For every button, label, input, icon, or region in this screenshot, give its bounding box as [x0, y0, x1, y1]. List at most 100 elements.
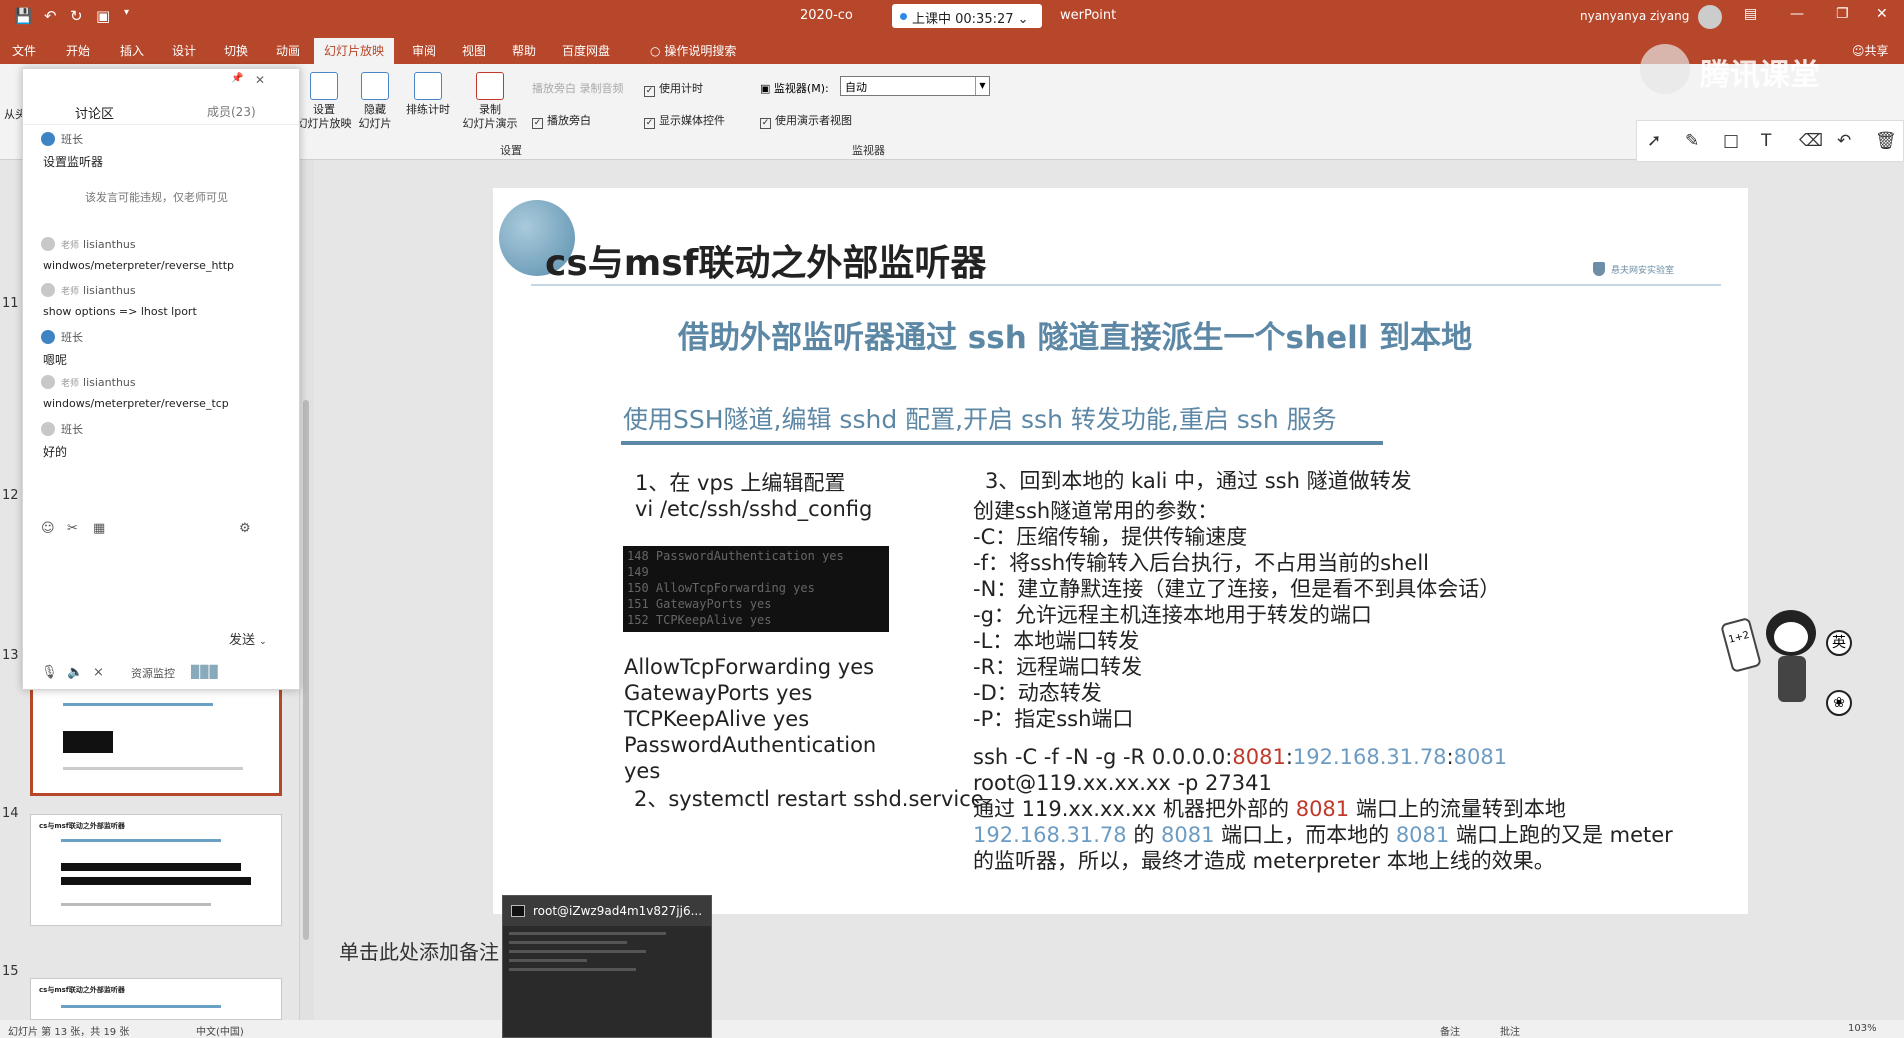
class-timer[interactable]: 上课中 00:35:27 ⌄ — [892, 4, 1042, 28]
text-icon[interactable]: T — [1761, 131, 1771, 151]
setup-show-icon — [310, 72, 338, 100]
undo-icon[interactable]: ↶ — [1837, 131, 1851, 151]
tab-file[interactable]: 文件 — [12, 42, 36, 59]
rectangle-icon[interactable]: □ — [1723, 131, 1739, 151]
butterfly-icon: ❀ — [1826, 690, 1852, 716]
group-label-setup: 设置 — [500, 144, 522, 157]
play-narrations-checkbox[interactable]: ✓ 播放旁白 — [532, 112, 591, 129]
notes-placeholder[interactable]: 单击此处添加备注 — [339, 936, 499, 965]
hide-slide-button[interactable]: 隐藏 幻灯片 — [352, 72, 398, 131]
scrollbar-thumb[interactable] — [303, 400, 309, 940]
microphone-icon[interactable]: 🎙 — [41, 665, 58, 680]
terminal-taskbar-preview[interactable]: root@iZwz9ad4m1v827jj6... — [502, 895, 712, 1038]
shield-icon — [1593, 262, 1605, 276]
scissors-icon[interactable]: ✂ — [67, 521, 78, 536]
monitor-value: 自动 — [845, 81, 867, 94]
zoom-level[interactable]: 103% — [1848, 1023, 1877, 1034]
mute-icon[interactable]: ⨯ — [93, 665, 104, 680]
pen-icon[interactable]: ✎ — [1685, 131, 1699, 151]
message-sender: 老师 lisianthus — [41, 237, 136, 251]
discussion-panel[interactable]: 📌 ✕ 讨论区 成员(23) 班长 设置监听器 该发言可能违规，仅老师可见 老师… — [22, 68, 300, 690]
speaker-icon[interactable]: 🔈 — [67, 665, 83, 680]
timer-text: 上课中 00:35:27 — [912, 12, 1014, 27]
explain-port: 8081 — [1395, 823, 1450, 847]
rehearse-timings-button[interactable]: 排练计时 — [400, 72, 456, 117]
sender-name: lisianthus — [83, 238, 136, 251]
use-timings-checkbox[interactable]: ✓ 使用计时 — [644, 80, 703, 97]
slide-count: 幻灯片 第 13 张，共 19 张 — [8, 1027, 130, 1038]
setup-show-button[interactable]: 设置 幻灯片放映 — [296, 72, 352, 131]
role-badge: 老师 — [61, 241, 80, 251]
tab-review[interactable]: 审阅 — [412, 42, 436, 59]
avatar[interactable] — [1698, 5, 1722, 29]
undo-icon[interactable]: ↶ — [44, 7, 57, 25]
mascot-sticker: 1+2 英 ❀ — [1720, 600, 1856, 730]
monitor-select[interactable]: 自动 ▼ — [840, 76, 990, 96]
pointer-icon[interactable]: ➚ — [1647, 131, 1661, 151]
hide-slide-icon — [361, 72, 389, 100]
eraser-icon[interactable]: ⌫ — [1799, 131, 1823, 151]
slide-thumbnail-13[interactable] — [30, 684, 282, 796]
language[interactable]: 中文(中国) — [196, 1023, 244, 1038]
save-icon[interactable]: 💾 — [14, 7, 33, 25]
ribbon-display-icon[interactable]: ▤ — [1744, 6, 1757, 22]
checkmark-icon: ✓ — [644, 86, 655, 97]
tab-help[interactable]: 帮助 — [512, 42, 536, 59]
moderation-hint: 该发言可能违规，仅老师可见 — [85, 191, 228, 204]
thumb-title: cs与msf联动之外部监听器 — [39, 986, 125, 994]
explain-text: 端口上跑的又是 meter — [1449, 823, 1673, 847]
local-port: 8081 — [1453, 745, 1508, 769]
tell-me-search[interactable]: ○ 操作说明搜索 — [650, 42, 736, 59]
resource-monitor-label[interactable]: 资源监控 — [131, 665, 175, 681]
message-sender: 老师 lisianthus — [41, 283, 136, 297]
thumb-title: cs与msf联动之外部监听器 — [39, 822, 125, 830]
tab-view[interactable]: 视图 — [462, 42, 486, 59]
pin-icon[interactable]: 📌 — [231, 73, 243, 84]
thumbnail-scrollbar[interactable] — [300, 160, 314, 1020]
close-icon[interactable]: ✕ — [255, 73, 265, 87]
presenter-view-checkbox[interactable]: ✓ 使用演示者视图 — [760, 112, 852, 129]
tab-slideshow[interactable]: 幻灯片放映 — [314, 38, 395, 64]
slide-number: 13 — [2, 648, 19, 663]
param-line: -L：本地端口转发 — [973, 629, 1140, 653]
show-media-label: 显示媒体控件 — [659, 114, 725, 127]
tab-insert[interactable]: 插入 — [120, 42, 144, 59]
redo-icon[interactable]: ↻ — [70, 7, 83, 25]
slide-number: 15 — [2, 964, 19, 979]
tab-baidu-netdisk[interactable]: 百度网盘 — [562, 42, 610, 59]
trash-icon[interactable]: 🗑 — [1875, 131, 1897, 151]
tab-home[interactable]: 开始 — [66, 42, 90, 59]
use-timings-label: 使用计时 — [659, 82, 703, 95]
step-underline — [621, 441, 1383, 445]
slide-thumbnail-15[interactable]: cs与msf联动之外部监听器 — [30, 978, 282, 1020]
present-icon[interactable]: ▣ — [96, 7, 110, 25]
cmd-prefix: ssh -C -f -N -g -R 0.0.0.0: — [973, 745, 1233, 769]
slide-canvas[interactable]: cs与msf联动之外部监听器 悬夫网安实验室 借助外部监听器通过 ssh 隧道直… — [493, 188, 1748, 914]
customize-icon[interactable]: ▾ — [124, 7, 129, 18]
user-name[interactable]: nyanyanya ziyang — [1580, 9, 1689, 23]
image-icon[interactable]: ▦ — [93, 521, 105, 536]
record-slideshow-button[interactable]: 录制 幻灯片演示 — [454, 72, 526, 131]
close-icon[interactable]: ✕ — [1876, 6, 1888, 22]
slide-thumbnail-14[interactable]: cs与msf联动之外部监听器 — [30, 814, 282, 926]
avatar — [41, 422, 55, 436]
show-media-controls-checkbox[interactable]: ✓ 显示媒体控件 — [644, 112, 725, 129]
tab-design[interactable]: 设计 — [172, 42, 196, 59]
chat-title[interactable]: 讨论区 — [75, 103, 114, 122]
ssh-command-line2: root@119.xx.xx.xx -p 27341 — [973, 771, 1272, 795]
emoji-icon[interactable]: ☺ — [41, 521, 55, 536]
chat-members[interactable]: 成员(23) — [207, 103, 256, 120]
sender-name: 班长 — [61, 133, 83, 146]
minimize-icon[interactable]: — — [1790, 6, 1804, 22]
restore-icon[interactable]: ❐ — [1836, 6, 1849, 22]
send-button[interactable]: 发送 ⌄ — [229, 629, 267, 648]
settings-icon[interactable]: ⚙ — [239, 521, 251, 536]
tab-animations[interactable]: 动画 — [276, 42, 300, 59]
mascot-body — [1778, 656, 1806, 702]
notes-toggle[interactable]: 备注 — [1440, 1023, 1460, 1038]
config-line: GatewayPorts yes — [624, 681, 813, 705]
comments-toggle[interactable]: 批注 — [1500, 1023, 1520, 1038]
slide-subtitle: 借助外部监听器通过 ssh 隧道直接派生一个shell 到本地 — [678, 320, 1473, 356]
message-sender: 班长 — [41, 131, 83, 147]
tab-transitions[interactable]: 切换 — [224, 42, 248, 59]
